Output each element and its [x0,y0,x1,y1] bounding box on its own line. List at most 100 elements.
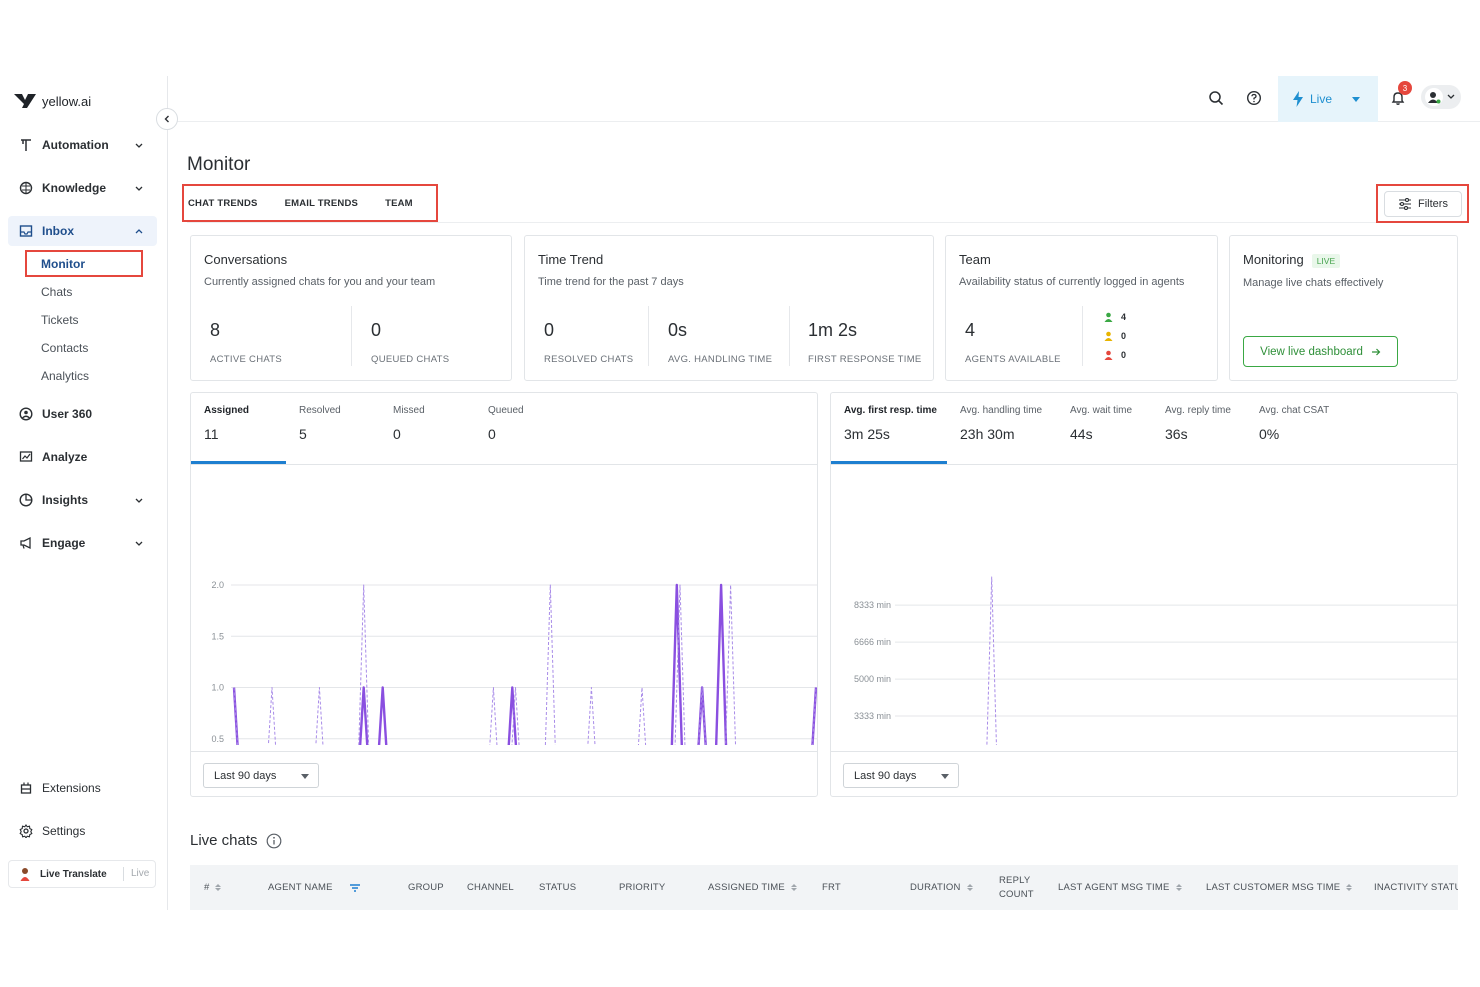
column-header-last-customer-msg-time[interactable]: LAST CUSTOMER MSG TIME [1206,865,1353,910]
metric-label: AGENTS AVAILABLE [965,354,1061,365]
stat-resolved[interactable]: Resolved 5 [299,393,389,465]
notification-badge: 3 [1398,81,1412,95]
sidebar-item-user-360[interactable]: User 360 [8,399,157,429]
tab-team[interactable]: TEAM [385,198,413,209]
column-header-channel[interactable]: CHANNEL [467,865,514,910]
live-chats-table-header: # AGENT NAME GROUP CHANNEL STATUS PRIORI… [190,865,1458,910]
filters-button[interactable]: Filters [1384,191,1462,217]
metric-value: 8 [210,320,221,340]
column-header-frt[interactable]: FRT [822,865,841,910]
search-button[interactable] [1206,88,1226,108]
dashed-series-line [233,584,817,745]
date-range-select[interactable]: Last 90 days [843,763,959,788]
live-status-label: Live [1310,92,1333,106]
lightning-icon [1293,91,1303,107]
button-label: View live dashboard [1260,345,1363,358]
availability-online: 4 [1104,312,1126,322]
column-header-group[interactable]: GROUP [408,865,444,910]
chart-footer-divider [191,751,817,752]
divider [648,306,649,366]
section-title: Live chats [190,832,258,849]
stat-avg-handling-time[interactable]: Avg. handling time 23h 30m [960,393,1060,465]
date-range-select[interactable]: Last 90 days [203,763,319,788]
column-label: FRT [822,882,841,893]
stat-queued[interactable]: Queued 0 [488,393,578,465]
sidebar-subitem-monitor[interactable]: Monitor [41,257,85,271]
sidebar-subitem-tickets[interactable]: Tickets [41,313,79,327]
gear-icon [18,823,34,839]
user-circle-icon [18,406,34,422]
live-translate-label: Live Translate [40,868,107,880]
avatar-icon [1428,92,1441,104]
stat-value: 0 [488,426,496,442]
user-menu[interactable] [1421,85,1461,109]
stat-avg-wait-time[interactable]: Avg. wait time 44s [1070,393,1160,465]
column-header-agent-name[interactable]: AGENT NAME [268,865,361,910]
column-header-index[interactable]: # [204,865,222,910]
solid-series-line [232,583,817,745]
stat-value: 36s [1165,426,1188,442]
sidebar-item-extensions[interactable]: Extensions [8,773,157,803]
sidebar-item-knowledge[interactable]: Knowledge [8,173,157,203]
metric-value: 1m 2s [808,320,858,340]
column-label: CHANNEL [467,882,514,893]
megaphone-icon [18,535,34,551]
chart-footer-divider [831,751,1457,752]
column-header-status[interactable]: STATUS [539,865,576,910]
column-label: LAST CUSTOMER MSG TIME [1206,882,1341,893]
brand-name: yellow.ai [42,93,92,109]
sidebar-item-settings[interactable]: Settings [8,816,157,846]
sort-icon [1346,884,1353,891]
sidebar-item-label: Automation [42,138,109,152]
metric-value: 0 [371,320,382,340]
column-header-last-agent-msg-time[interactable]: LAST AGENT MSG TIME [1058,865,1182,910]
live-translate-status: Live [131,868,150,879]
sidebar-item-label: Engage [42,536,86,550]
automation-icon [18,137,34,153]
info-icon[interactable] [266,833,282,849]
sidebar-subitem-analytics[interactable]: Analytics [41,369,89,383]
sidebar-item-label: Inbox [42,224,74,238]
sidebar-subitem-contacts[interactable]: Contacts [41,341,88,355]
brand-logo[interactable]: yellow.ai [14,90,91,112]
stat-value: 11 [204,426,219,442]
live-translate-toggle[interactable]: Live Translate Live [8,860,156,888]
sidebar-item-inbox[interactable]: Inbox [8,216,157,246]
column-header-inactivity-status[interactable]: INACTIVITY STATU [1374,865,1458,910]
sort-icon [966,884,973,891]
stat-avg-reply-time[interactable]: Avg. reply time 36s [1165,393,1255,465]
y-tick-label: 1.0 [211,683,224,693]
column-header-duration[interactable]: DURATION [910,865,973,910]
caret-down-icon [1352,96,1361,102]
view-live-dashboard-button[interactable]: View live dashboard [1243,336,1398,367]
sidebar-item-insights[interactable]: Insights [8,485,157,515]
inbox-icon [18,223,34,239]
sidebar-item-engage[interactable]: Engage [8,528,157,558]
stat-missed[interactable]: Missed 0 [393,393,483,465]
sidebar-subitem-chats[interactable]: Chats [41,285,72,299]
tab-bar: CHAT TRENDS EMAIL TRENDS TEAM [182,184,438,222]
topbar: Live 3 [168,76,1480,122]
column-header-reply-count[interactable]: REPLY COUNT [999,865,1039,910]
column-header-assigned-time[interactable]: ASSIGNED TIME [708,865,797,910]
collapse-sidebar-button[interactable] [156,108,178,130]
sidebar: yellow.ai Automation Knowledge Inbox Mon… [0,76,168,910]
help-button[interactable] [1244,88,1264,108]
tab-email-trends[interactable]: EMAIL TRENDS [285,198,358,209]
date-range-value: Last 90 days [214,769,277,782]
column-header-priority[interactable]: PRIORITY [619,865,665,910]
card-subtitle: Currently assigned chats for you and you… [204,276,436,288]
monitoring-card: Monitoring LIVE Manage live chats effecti… [1229,235,1458,381]
column-label: GROUP [408,882,444,893]
live-status-dropdown[interactable]: Live [1278,76,1378,122]
dashed-series-line [986,576,997,745]
stat-assigned[interactable]: Assigned 11 [204,393,294,465]
stat-avg-first-resp-time[interactable]: Avg. first resp. time 3m 25s [844,393,954,465]
help-icon [1246,90,1262,106]
sidebar-item-automation[interactable]: Automation [8,130,157,160]
availability-busy: 0 [1104,350,1126,360]
stat-avg-chat-csat[interactable]: Avg. chat CSAT 0% [1259,393,1349,465]
tab-chat-trends[interactable]: CHAT TRENDS [188,198,258,209]
sidebar-item-label: Extensions [42,781,101,795]
sidebar-item-analyze[interactable]: Analyze [8,442,157,472]
